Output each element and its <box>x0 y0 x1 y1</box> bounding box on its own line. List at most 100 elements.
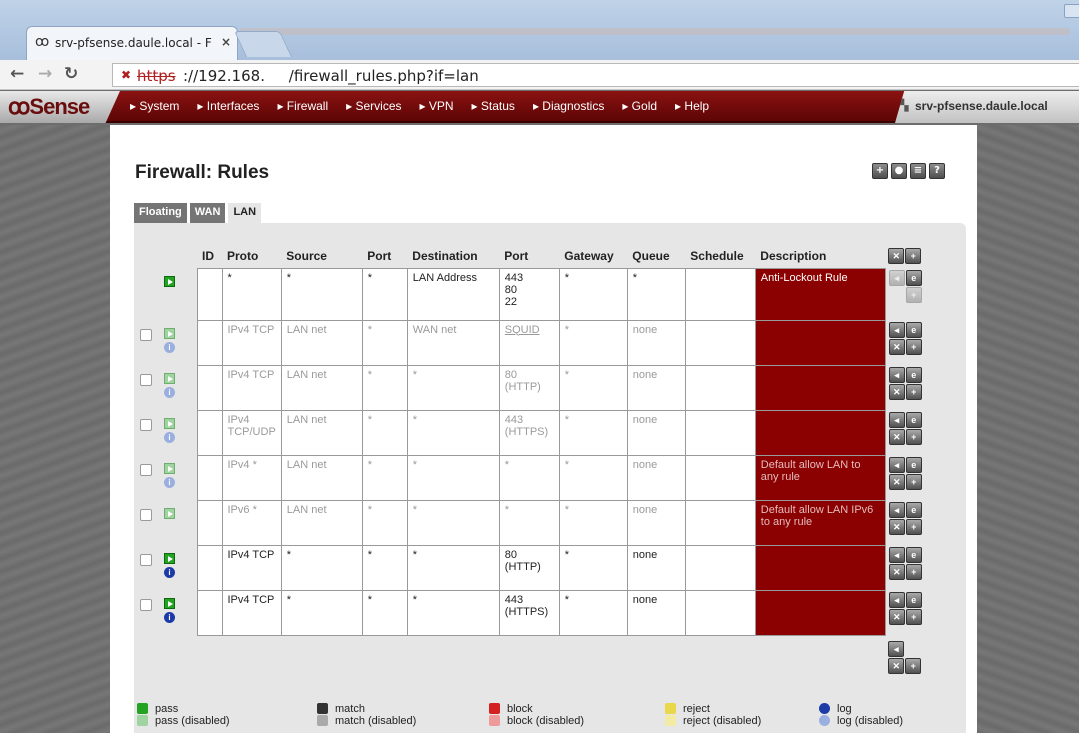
cell-gateway[interactable]: * <box>558 499 628 546</box>
cell-gateway[interactable]: * <box>558 544 628 591</box>
menu-firewall[interactable]: ▸ Firewall <box>277 99 328 113</box>
add-icon[interactable]: + <box>905 429 922 445</box>
cell-port[interactable]: * <box>361 589 408 636</box>
move-to-end-icon[interactable]: ◂ <box>888 641 905 657</box>
pass-disabled-icon[interactable] <box>164 463 175 474</box>
move-icon[interactable]: ◂ <box>888 367 905 383</box>
col-proto[interactable]: Proto <box>222 244 281 268</box>
cell-description[interactable]: Anti-Lockout Rule <box>754 267 886 321</box>
menu-vpn[interactable]: ▸ VPN <box>420 99 454 113</box>
cell-dest-port[interactable]: 443 (HTTPS) <box>498 589 560 636</box>
add-icon[interactable]: + <box>905 474 922 490</box>
col-source[interactable]: Source <box>281 244 362 268</box>
cell-queue[interactable]: none <box>626 589 686 636</box>
back-icon[interactable]: ← <box>10 64 24 84</box>
cell-port[interactable]: * <box>361 319 408 366</box>
col-description[interactable]: Description <box>755 244 885 268</box>
cell-proto[interactable]: IPv4 TCP <box>221 589 282 636</box>
pass-disabled-icon[interactable] <box>164 508 175 519</box>
delete-icon[interactable]: ✕ <box>888 429 905 445</box>
cell-source[interactable]: LAN net <box>280 364 363 411</box>
cell-schedule[interactable] <box>684 267 756 321</box>
cell-description[interactable] <box>754 409 886 456</box>
cell-dest-port[interactable]: * <box>498 454 560 501</box>
edit-icon[interactable]: e <box>905 322 922 338</box>
cell-source[interactable]: LAN net <box>280 454 363 501</box>
cell-schedule[interactable] <box>684 364 756 411</box>
address-bar[interactable]: ✖ https ://192.168. /firewall_rules.php?… <box>112 63 1079 87</box>
pass-disabled-icon[interactable] <box>164 418 175 429</box>
cell-port[interactable]: * <box>361 364 408 411</box>
pass-icon[interactable] <box>164 598 175 609</box>
col-id[interactable]: ID <box>197 244 222 268</box>
cell-gateway[interactable]: * <box>558 319 628 366</box>
cell-gateway[interactable]: * <box>558 364 628 411</box>
cell-source[interactable]: * <box>280 267 363 321</box>
cell-description[interactable] <box>754 589 886 636</box>
add-icon[interactable]: + <box>905 339 922 355</box>
cell-queue[interactable]: none <box>626 544 686 591</box>
col-schedule[interactable]: Schedule <box>685 244 755 268</box>
cell-destination[interactable]: * <box>406 544 500 591</box>
col-dest-port[interactable]: Port <box>499 244 559 268</box>
delete-icon[interactable]: ✕ <box>888 519 905 535</box>
help-icon[interactable]: ? <box>929 163 945 179</box>
delete-icon[interactable]: ✕ <box>888 384 905 400</box>
cell-gateway[interactable]: * <box>558 409 628 456</box>
cell-description[interactable] <box>754 364 886 411</box>
edit-icon[interactable]: e <box>905 592 922 608</box>
tab-wan[interactable]: WAN <box>189 203 226 223</box>
col-gateway[interactable]: Gateway <box>559 244 627 268</box>
add-icon[interactable]: + <box>872 163 888 179</box>
delete-selected-icon[interactable]: ✕ <box>888 247 905 264</box>
add-icon[interactable]: + <box>905 609 922 625</box>
cell-destination[interactable]: * <box>406 409 500 456</box>
col-port[interactable]: Port <box>362 244 407 268</box>
cell-dest-port[interactable]: 80 (HTTP) <box>498 544 560 591</box>
pass-icon[interactable] <box>164 553 175 564</box>
cell-dest-port[interactable]: 80 (HTTP) <box>498 364 560 411</box>
cell-port[interactable]: * <box>361 544 408 591</box>
cell-queue[interactable]: none <box>626 319 686 366</box>
move-icon[interactable]: ◂ <box>888 322 905 338</box>
row-checkbox[interactable] <box>140 329 152 341</box>
col-queue[interactable]: Queue <box>627 244 685 268</box>
delete-selected-bottom-icon[interactable]: ✕ <box>888 658 905 674</box>
cell-queue[interactable]: none <box>626 364 686 411</box>
cell-source[interactable]: LAN net <box>280 499 363 546</box>
menu-interfaces[interactable]: ▸ Interfaces <box>197 99 259 113</box>
menu-system[interactable]: ▸ System <box>130 99 179 113</box>
cell-gateway[interactable]: * <box>558 267 628 321</box>
cell-port[interactable]: * <box>361 454 408 501</box>
row-checkbox[interactable] <box>140 374 152 386</box>
list-icon[interactable]: ≡ <box>910 163 926 179</box>
forward-icon[interactable]: → <box>38 64 52 84</box>
cell-destination[interactable]: * <box>406 589 500 636</box>
menu-gold[interactable]: ▸ Gold <box>622 99 657 113</box>
cell-port[interactable]: * <box>361 409 408 456</box>
delete-icon[interactable]: ✕ <box>888 474 905 490</box>
cell-proto[interactable]: IPv4 TCP/UDP <box>221 409 282 456</box>
cell-proto[interactable]: IPv4 TCP <box>221 364 282 411</box>
tab-lan[interactable]: LAN <box>228 203 262 225</box>
cell-source[interactable]: * <box>280 589 363 636</box>
cell-proto[interactable]: IPv6 * <box>221 499 282 546</box>
cell-schedule[interactable] <box>684 499 756 546</box>
row-checkbox[interactable] <box>140 599 152 611</box>
edit-icon[interactable]: e <box>905 547 922 563</box>
add-rule-bottom-icon[interactable]: + <box>905 658 922 674</box>
cell-queue[interactable]: none <box>626 409 686 456</box>
delete-icon[interactable]: ✕ <box>888 339 905 355</box>
cell-dest-port[interactable]: * <box>498 499 560 546</box>
cell-gateway[interactable]: * <box>558 589 628 636</box>
cell-schedule[interactable] <box>684 319 756 366</box>
move-icon[interactable]: ◂ <box>888 502 905 518</box>
cell-schedule[interactable] <box>684 544 756 591</box>
cell-destination[interactable]: * <box>406 454 500 501</box>
edit-icon[interactable]: e <box>905 412 922 428</box>
cell-source[interactable]: LAN net <box>280 409 363 456</box>
menu-services[interactable]: ▸ Services <box>346 99 401 113</box>
add-icon[interactable]: + <box>905 519 922 535</box>
cell-source[interactable]: * <box>280 544 363 591</box>
cell-dest-port[interactable]: 443 (HTTPS) <box>498 409 560 456</box>
